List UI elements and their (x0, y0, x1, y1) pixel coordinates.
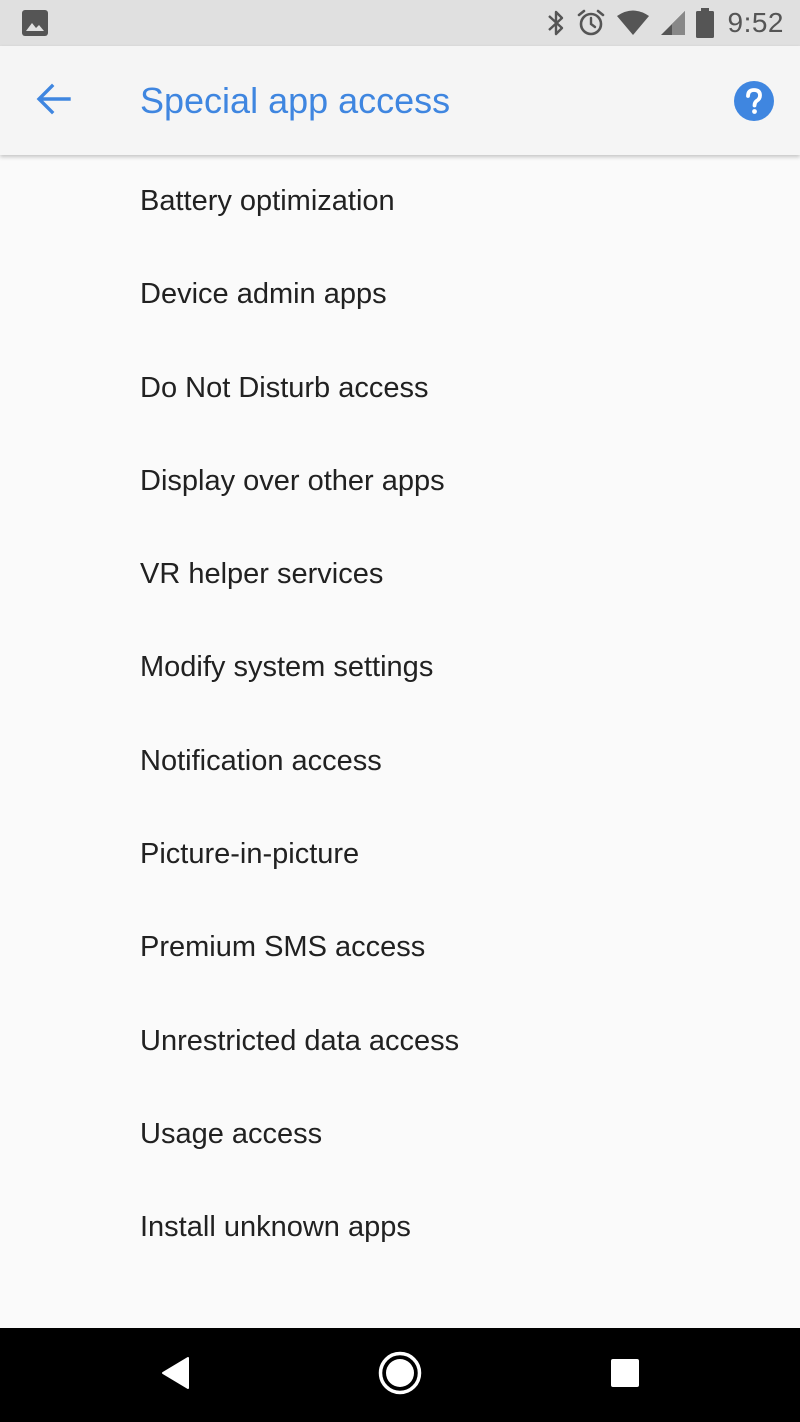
wifi-icon (616, 9, 650, 37)
back-button[interactable] (26, 76, 82, 126)
status-bar: 9:52 (0, 0, 800, 46)
list-item-usage-access[interactable]: Usage access (0, 1088, 800, 1181)
list-item-vr-helper-services[interactable]: VR helper services (0, 528, 800, 621)
list-item-label: Device admin apps (140, 278, 387, 311)
nav-home-button[interactable] (355, 1328, 445, 1422)
list-item-modify-system-settings[interactable]: Modify system settings (0, 621, 800, 714)
image-notification-icon (22, 10, 48, 36)
alarm-icon (576, 8, 606, 38)
list-item-display-over-other-apps[interactable]: Display over other apps (0, 435, 800, 528)
recents-square-icon (610, 1358, 640, 1393)
home-circle-icon (377, 1350, 423, 1401)
list-item-picture-in-picture[interactable]: Picture-in-picture (0, 808, 800, 901)
app-bar: Special app access (0, 46, 800, 155)
list-item-install-unknown-apps[interactable]: Install unknown apps (0, 1181, 800, 1274)
status-icons: 9:52 (546, 0, 785, 46)
nav-back-button[interactable] (130, 1328, 220, 1422)
back-triangle-icon (160, 1356, 190, 1395)
list-item-label: Install unknown apps (140, 1211, 411, 1244)
list-item-notification-access[interactable]: Notification access (0, 715, 800, 808)
list-item-label: Battery optimization (140, 185, 395, 217)
help-button[interactable] (734, 81, 774, 121)
arrow-back-icon (36, 83, 72, 120)
help-icon (734, 81, 774, 125)
list-item-label: Unrestricted data access (140, 1024, 460, 1057)
list-item-label: Picture-in-picture (140, 838, 360, 871)
list-item-label: Premium SMS access (140, 931, 426, 964)
list-item-premium-sms-access[interactable]: Premium SMS access (0, 901, 800, 994)
list-item-label: Notification access (140, 744, 382, 777)
bluetooth-icon (546, 8, 566, 38)
list-item-battery-optimization[interactable]: Battery optimization (0, 155, 800, 248)
list-item-unrestricted-data-access[interactable]: Unrestricted data access (0, 995, 800, 1088)
list-item-label: Do Not Disturb access (140, 371, 429, 404)
special-access-list: Battery optimization Device admin apps D… (0, 155, 800, 1275)
list-item-label: Usage access (140, 1117, 323, 1150)
status-time: 9:52 (727, 7, 784, 38)
list-item-label: VR helper services (140, 558, 384, 591)
list-item-device-admin-apps[interactable]: Device admin apps (0, 248, 800, 341)
list-item-label: Display over other apps (140, 464, 445, 497)
list-item-label: Modify system settings (140, 651, 434, 684)
navigation-bar (0, 1328, 800, 1422)
nav-recents-button[interactable] (580, 1328, 670, 1422)
list-item-do-not-disturb-access[interactable]: Do Not Disturb access (0, 342, 800, 435)
cell-signal-icon (660, 9, 686, 37)
page-title: Special app access (140, 80, 451, 121)
battery-icon (695, 8, 714, 38)
